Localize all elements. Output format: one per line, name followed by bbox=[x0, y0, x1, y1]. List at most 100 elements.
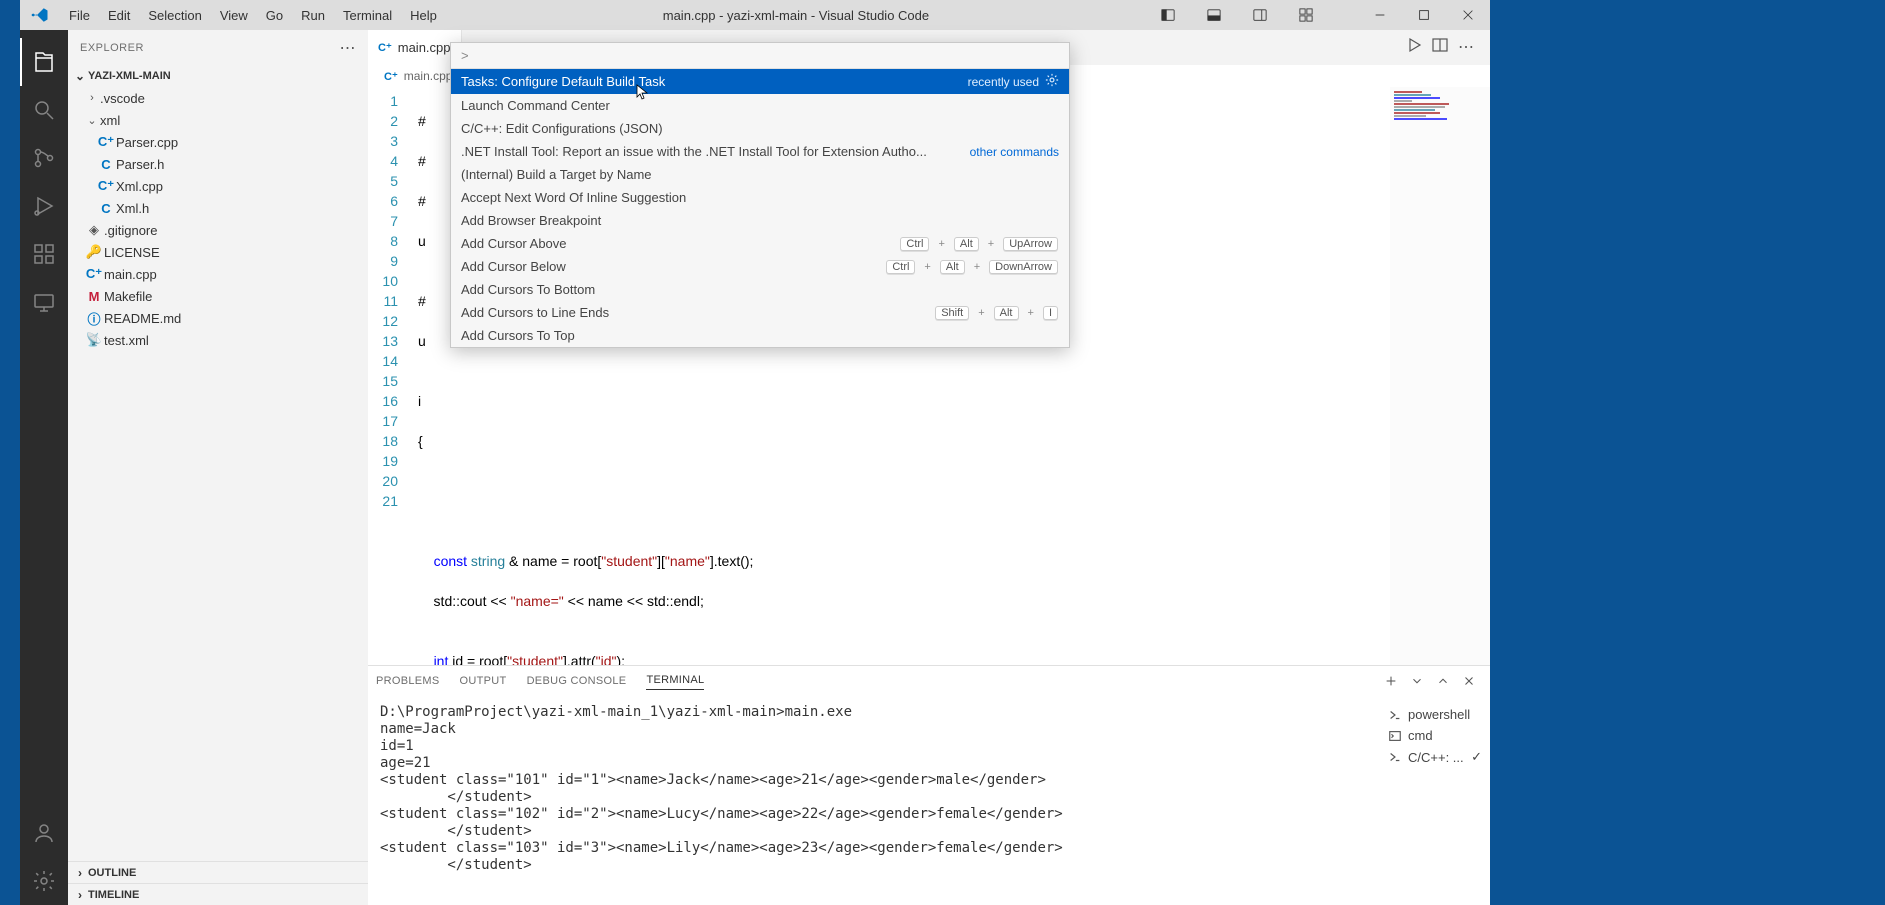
palette-item[interactable]: Add Cursor BelowCtrl+Alt+DownArrow bbox=[451, 255, 1069, 278]
file-test-xml[interactable]: 📡test.xml bbox=[68, 329, 368, 351]
menu-file[interactable]: File bbox=[60, 0, 99, 30]
toggle-secondary-sidebar-icon[interactable] bbox=[1238, 0, 1282, 30]
terminal-list: powershell cmd C/C++: ...✓ bbox=[1380, 698, 1490, 905]
timeline-section[interactable]: ›TIMELINE bbox=[68, 883, 368, 905]
window-close-icon[interactable] bbox=[1446, 0, 1490, 30]
explorer-header: EXPLORER ⋯ bbox=[68, 30, 368, 65]
palette-item[interactable]: Tasks: Configure Default Build Taskrecen… bbox=[451, 69, 1069, 94]
more-actions-icon[interactable]: ⋯ bbox=[1458, 37, 1474, 58]
palette-item[interactable]: .NET Install Tool: Report an issue with … bbox=[451, 140, 1069, 163]
palette-item[interactable]: Launch Command Center bbox=[451, 94, 1069, 117]
folder-xml[interactable]: ⌄ xml bbox=[68, 109, 368, 131]
terminal-cmd[interactable]: cmd bbox=[1384, 725, 1486, 746]
menu-run[interactable]: Run bbox=[292, 0, 334, 30]
menu-go[interactable]: Go bbox=[257, 0, 292, 30]
bottom-panel: PROBLEMS OUTPUT DEBUG CONSOLE TERMINAL D… bbox=[368, 665, 1490, 905]
gear-icon[interactable] bbox=[1045, 73, 1059, 90]
terminal-output[interactable]: D:\ProgramProject\yazi-xml-main_1\yazi-x… bbox=[368, 698, 1380, 905]
activity-run-debug-icon[interactable] bbox=[20, 182, 68, 230]
keyboard-shortcut-key: Alt bbox=[940, 260, 965, 274]
panel-tab-problems[interactable]: PROBLEMS bbox=[376, 675, 440, 690]
panel-tab-debug-console[interactable]: DEBUG CONSOLE bbox=[527, 675, 627, 690]
panel-tab-output[interactable]: OUTPUT bbox=[460, 675, 507, 690]
explorer-title: EXPLORER bbox=[80, 42, 144, 54]
file-xml-cpp[interactable]: C⁺Xml.cpp bbox=[68, 175, 368, 197]
file-makefile[interactable]: MMakefile bbox=[68, 285, 368, 307]
window-minimize-icon[interactable] bbox=[1358, 0, 1402, 30]
customize-layout-icon[interactable] bbox=[1284, 0, 1328, 30]
toggle-panel-icon[interactable] bbox=[1192, 0, 1236, 30]
explorer-more-icon[interactable]: ⋯ bbox=[340, 38, 357, 58]
palette-item[interactable]: Add Cursors to Line EndsShift+Alt+I bbox=[451, 301, 1069, 324]
tab-main-cpp[interactable]: C⁺ main.cpp bbox=[368, 30, 462, 65]
activity-explorer-icon[interactable] bbox=[20, 38, 68, 86]
activity-extensions-icon[interactable] bbox=[20, 230, 68, 278]
file-main-cpp[interactable]: C⁺main.cpp bbox=[68, 263, 368, 285]
palette-item-right: recently used bbox=[968, 73, 1059, 90]
keyboard-shortcut-key: Alt bbox=[954, 237, 979, 251]
palette-item[interactable]: C/C++: Edit Configurations (JSON) bbox=[451, 117, 1069, 140]
file-license[interactable]: 🔑LICENSE bbox=[68, 241, 368, 263]
file-gitignore[interactable]: ◈.gitignore bbox=[68, 219, 368, 241]
c-file-icon: C bbox=[96, 201, 116, 216]
window-maximize-icon[interactable] bbox=[1402, 0, 1446, 30]
file-label: Makefile bbox=[104, 289, 152, 304]
keyboard-shortcut-key: I bbox=[1043, 306, 1058, 320]
menu-selection[interactable]: Selection bbox=[139, 0, 210, 30]
menu-terminal[interactable]: Terminal bbox=[334, 0, 401, 30]
terminal-dropdown-icon[interactable] bbox=[1410, 674, 1424, 691]
palette-item-label: Add Browser Breakpoint bbox=[461, 213, 601, 228]
folder-vscode[interactable]: › .vscode bbox=[68, 87, 368, 109]
folder-label: xml bbox=[100, 113, 120, 128]
activity-settings-icon[interactable] bbox=[20, 857, 68, 905]
outline-section[interactable]: ›OUTLINE bbox=[68, 861, 368, 883]
menu-edit[interactable]: Edit bbox=[99, 0, 139, 30]
explorer-sidebar: EXPLORER ⋯ ⌄ YAZI-XML-MAIN › .vscode ⌄ x… bbox=[68, 30, 368, 905]
keyboard-shortcut-key: Shift bbox=[935, 306, 969, 320]
window-title: main.cpp - yazi-xml-main - Visual Studio… bbox=[446, 8, 1146, 23]
terminal-c-cpp[interactable]: C/C++: ...✓ bbox=[1384, 746, 1486, 768]
menu-help[interactable]: Help bbox=[401, 0, 446, 30]
activity-source-control-icon[interactable] bbox=[20, 134, 68, 182]
panel-tabs: PROBLEMS OUTPUT DEBUG CONSOLE TERMINAL bbox=[368, 666, 1490, 698]
cpp-file-icon: C⁺ bbox=[384, 70, 398, 83]
split-editor-icon[interactable] bbox=[1432, 37, 1448, 58]
activity-search-icon[interactable] bbox=[20, 86, 68, 134]
makefile-icon: M bbox=[84, 289, 104, 304]
activity-accounts-icon[interactable] bbox=[20, 809, 68, 857]
activity-remote-icon[interactable] bbox=[20, 278, 68, 326]
file-label: Parser.h bbox=[116, 157, 164, 172]
tab-label: main.cpp bbox=[398, 40, 451, 55]
palette-item[interactable]: Accept Next Word Of Inline Suggestion bbox=[451, 186, 1069, 209]
menu-view[interactable]: View bbox=[211, 0, 257, 30]
palette-item[interactable]: Add Browser Breakpoint bbox=[451, 209, 1069, 232]
file-parser-cpp[interactable]: C⁺Parser.cpp bbox=[68, 131, 368, 153]
file-readme[interactable]: ⓘREADME.md bbox=[68, 307, 368, 329]
close-panel-icon[interactable] bbox=[1462, 674, 1476, 691]
file-label: .gitignore bbox=[104, 223, 157, 238]
run-icon[interactable] bbox=[1406, 37, 1422, 58]
maximize-panel-icon[interactable] bbox=[1436, 674, 1450, 691]
file-parser-h[interactable]: CParser.h bbox=[68, 153, 368, 175]
cpp-file-icon: C⁺ bbox=[96, 178, 116, 194]
timeline-label: TIMELINE bbox=[88, 889, 139, 901]
chevron-right-icon: › bbox=[84, 92, 100, 104]
command-palette[interactable]: > Tasks: Configure Default Build Taskrec… bbox=[450, 42, 1070, 348]
palette-item-label: Add Cursors to Line Ends bbox=[461, 305, 609, 320]
minimap[interactable] bbox=[1390, 87, 1490, 665]
palette-item[interactable]: Add Cursors To Top bbox=[451, 324, 1069, 347]
palette-item[interactable]: Add Cursors To Bottom bbox=[451, 278, 1069, 301]
toggle-primary-sidebar-icon[interactable] bbox=[1146, 0, 1190, 30]
terminal-powershell[interactable]: powershell bbox=[1384, 704, 1486, 725]
vscode-logo-icon bbox=[20, 6, 60, 24]
project-root[interactable]: ⌄ YAZI-XML-MAIN bbox=[68, 65, 368, 87]
palette-item[interactable]: (Internal) Build a Target by Name bbox=[451, 163, 1069, 186]
file-xml-h[interactable]: CXml.h bbox=[68, 197, 368, 219]
cpp-file-icon: C⁺ bbox=[96, 134, 116, 150]
palette-item[interactable]: Add Cursor AboveCtrl+Alt+UpArrow bbox=[451, 232, 1069, 255]
panel-tab-terminal[interactable]: TERMINAL bbox=[646, 674, 704, 690]
palette-input[interactable]: > bbox=[451, 43, 1069, 69]
new-terminal-icon[interactable] bbox=[1384, 674, 1398, 691]
cpp-file-icon: C⁺ bbox=[378, 41, 392, 54]
palette-item-label: Add Cursors To Bottom bbox=[461, 282, 595, 297]
